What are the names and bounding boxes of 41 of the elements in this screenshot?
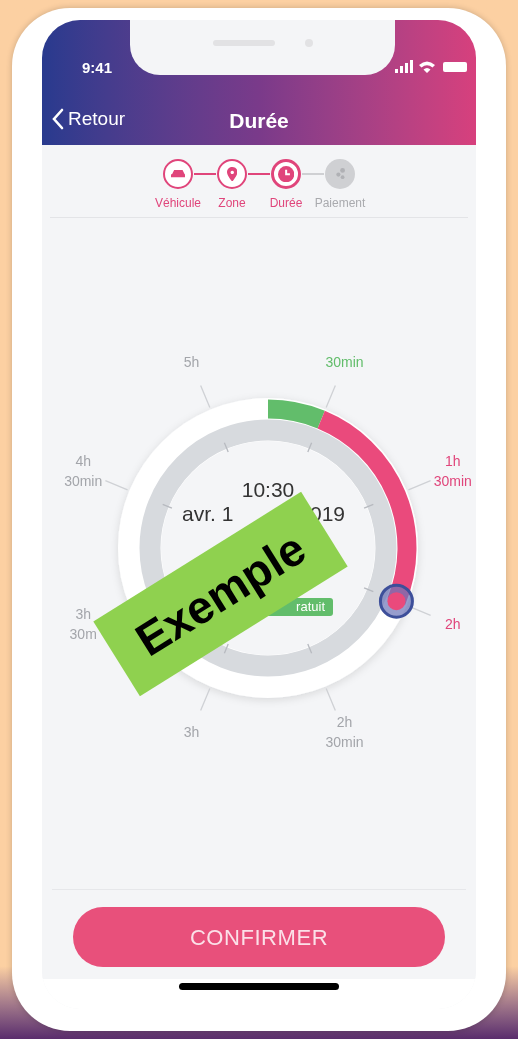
free-arc bbox=[267, 399, 325, 429]
tick-mark bbox=[307, 643, 313, 654]
tick-label: 1h bbox=[445, 452, 461, 469]
tick-mark bbox=[200, 687, 211, 712]
tick-mark bbox=[162, 503, 173, 509]
tick-label: 30min bbox=[64, 472, 103, 489]
tick-label: 30min bbox=[325, 733, 364, 750]
screen-title: Durée bbox=[229, 108, 289, 134]
tick-label: 4h bbox=[75, 452, 91, 469]
tick-label: 30min bbox=[325, 354, 364, 371]
tick-mark bbox=[200, 384, 211, 409]
step-label: Véhicule bbox=[155, 195, 201, 212]
chevron-left-icon bbox=[52, 108, 64, 131]
date-text: avr. 1 bbox=[182, 502, 234, 526]
tick-mark bbox=[407, 480, 432, 491]
step-label: Zone bbox=[218, 195, 246, 212]
tick-mark bbox=[325, 384, 336, 409]
coins-icon bbox=[335, 168, 345, 180]
step-label: Durée bbox=[269, 195, 303, 212]
tick-mark bbox=[223, 643, 229, 654]
tick-label: 2h bbox=[336, 713, 353, 730]
tick-mark bbox=[325, 687, 336, 712]
tick-label: 3h bbox=[183, 723, 200, 740]
tick-mark bbox=[363, 587, 374, 593]
tick-label: 5h bbox=[183, 354, 200, 371]
tick-mark bbox=[104, 480, 129, 491]
tick-label: 30min bbox=[433, 472, 472, 489]
wifi-icon bbox=[419, 61, 435, 73]
battery-icon bbox=[443, 62, 467, 72]
step-label: Paiement bbox=[314, 195, 366, 212]
tick-mark bbox=[307, 442, 313, 453]
tick-mark bbox=[223, 442, 229, 453]
signal-icon bbox=[395, 60, 413, 73]
clock-icon bbox=[277, 165, 295, 183]
map-pin-icon bbox=[226, 166, 238, 182]
tick-mark bbox=[363, 503, 374, 509]
back-button[interactable]: Retour bbox=[52, 105, 126, 134]
tick-label: 3h bbox=[75, 605, 91, 622]
status-time: 9:41 bbox=[82, 58, 113, 78]
slider-handle[interactable] bbox=[378, 583, 414, 619]
tick-label: 2h bbox=[445, 615, 461, 632]
